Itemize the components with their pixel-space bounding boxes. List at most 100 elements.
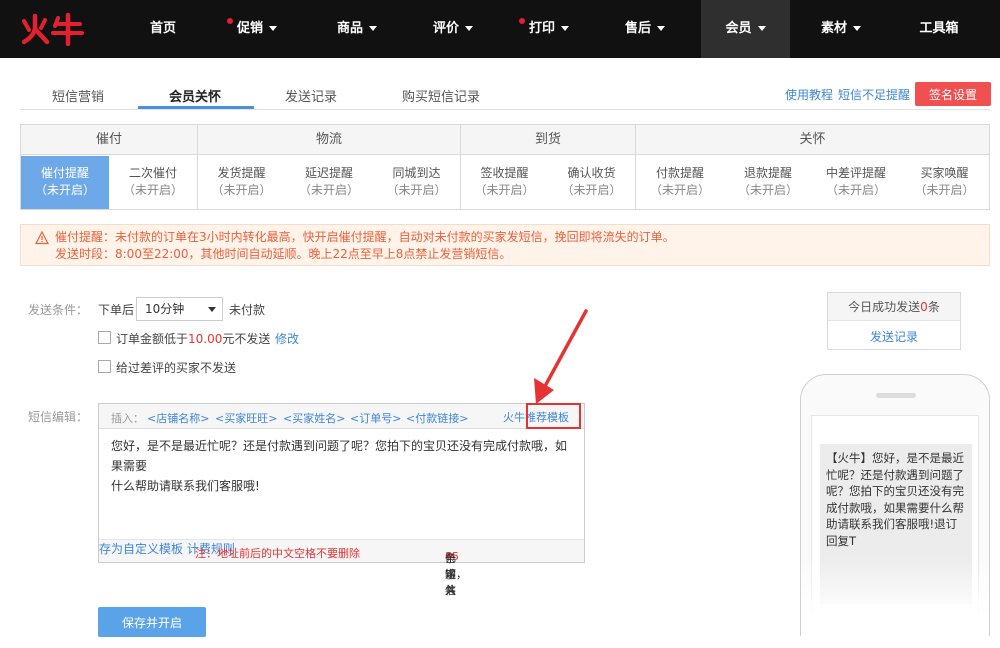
tab-send-records[interactable]: 发送记录 (285, 86, 337, 105)
today-sent-header: 今日成功发送0条 (828, 293, 960, 321)
category-ship-reminder[interactable]: 发货提醒 （未开启） (198, 156, 285, 209)
category-payment-reminder[interactable]: 付款提醒 （未开启） (636, 156, 724, 209)
nav-promotion[interactable]: 促销 (222, 0, 292, 58)
nav-print-label: 打印 (528, 21, 555, 36)
category-buyer-wakeup[interactable]: 买家唤醒 （未开启） (900, 156, 989, 209)
care-category-grid: 催付 物流 到货 关怀 催付提醒 （未开启） 二次催付 （未开启） 发货提醒 （未开启… (20, 124, 990, 210)
signature-settings-button[interactable]: 签名设置 (915, 82, 991, 106)
category-status: （未开启） (737, 183, 798, 197)
sms-content-line-1: 您好，是不是最近忙呢？还是付款遇到问题了呢？您拍下的宝贝还没有完成付款哦，如果需… (111, 439, 568, 473)
category-status: （未开启） (649, 183, 710, 197)
nav-reviews[interactable]: 评价 (418, 0, 488, 58)
nav-member[interactable]: 会员 (701, 0, 790, 58)
nav-home-label: 首页 (149, 21, 176, 36)
skip-bad-review-text: 给过差评的买家不发送 (116, 361, 237, 375)
sms-content-line-2: 什么帮助请联系我们客服哦! (111, 479, 260, 493)
insert-buyer-wangwang[interactable]: <买家旺旺> (215, 410, 277, 426)
chevron-down-icon (853, 26, 861, 31)
amount-value: 10.00 (188, 332, 223, 346)
category-status: （未开启） (122, 183, 183, 197)
sms-edit-label: 短信编辑： (28, 410, 89, 424)
huoniu-logo[interactable] (20, 12, 84, 46)
nav-print[interactable]: 打印 (514, 0, 584, 58)
sms-content-textarea[interactable]: 您好，是不是最近忙呢？还是付款遇到问题了呢？您拍下的宝贝还没有完成付款哦，如果需… (111, 436, 576, 496)
today-sent-suffix: 条 (927, 300, 940, 314)
unpaid-text: 未付款 (229, 303, 266, 317)
tab-sms-marketing[interactable]: 短信营销 (52, 86, 104, 105)
sms-editor: 插入： <店铺名称> <买家旺旺> <买家姓名> <订单号> <付款链接> 您好… (98, 403, 585, 597)
insert-order-number[interactable]: <订单号> (350, 410, 401, 426)
nav-promotion-label: 促销 (236, 21, 263, 36)
nav-reviews-label: 评价 (432, 21, 459, 36)
nav-material[interactable]: 素材 (806, 0, 876, 58)
category-name: 中差评提醒 (825, 166, 886, 180)
nav-aftersale[interactable]: 售后 (610, 0, 680, 58)
category-status: （未开启） (386, 183, 447, 197)
category-sign-reminder[interactable]: 签收提醒 （未开启） (461, 156, 548, 209)
chevron-down-icon (757, 26, 766, 31)
nav-toolbox[interactable]: 工具箱 (904, 0, 974, 58)
new-dot-icon (227, 18, 233, 24)
modify-amount-link[interactable]: 修改 (275, 330, 299, 347)
send-condition-label: 发送条件： (28, 303, 89, 317)
category-same-city[interactable]: 同城到达 （未开启） (373, 156, 460, 209)
save-and-enable-button[interactable]: 保存并开启 (98, 607, 206, 637)
category-name: 退款提醒 (743, 166, 792, 180)
category-second-cuifu[interactable]: 二次催付 （未开启） (109, 156, 197, 209)
category-status: （未开启） (914, 183, 975, 197)
delay-select[interactable]: 10分钟 (136, 297, 223, 321)
category-status: （未开启） (825, 183, 886, 197)
category-name: 二次催付 (128, 166, 177, 180)
chevron-down-icon (208, 307, 216, 312)
category-name: 买家唤醒 (920, 166, 969, 180)
amount-suffix-text: 元不发送 (222, 332, 271, 346)
insert-payment-link[interactable]: <付款链接> (406, 410, 468, 426)
nav-goods[interactable]: 商品 (322, 0, 392, 58)
save-custom-template-link[interactable]: 存为自定义模板 (99, 542, 183, 556)
tab-member-care[interactable]: 会员关怀 (169, 86, 221, 105)
today-sent-count: 0 (920, 300, 928, 314)
chevron-down-icon (657, 26, 665, 31)
category-name: 同城到达 (392, 166, 441, 180)
nav-material-label: 素材 (820, 21, 847, 36)
category-refund-reminder[interactable]: 退款提醒 （未开启） (724, 156, 812, 209)
today-sent-box: 今日成功发送0条 发送记录 (827, 292, 961, 350)
skip-bad-review-checkbox[interactable] (98, 360, 111, 373)
category-status: （未开启） (298, 183, 359, 197)
nav-toolbox-label: 工具箱 (919, 21, 959, 36)
category-status: （未开启） (211, 183, 272, 197)
category-status: （未开启） (34, 183, 95, 197)
chevron-down-icon (465, 26, 473, 31)
category-name: 发货提醒 (217, 166, 266, 180)
nav-aftersale-label: 售后 (624, 21, 651, 36)
group-header-cuifu: 催付 (21, 125, 197, 155)
banner-line-1: 催付提醒：未付款的订单在3小时内转化最高，快开启催付提醒，自动对未付款的买家发短… (55, 230, 675, 244)
editor-footer: 存为自定义模板 注：地址前后的中文空格不要删除 计费规则 已输入 65 个字，共 1 条… (99, 539, 584, 597)
annotation-arrow-icon (534, 309, 588, 404)
today-send-records-link[interactable]: 发送记录 (828, 328, 960, 345)
category-cuifu-reminder[interactable]: 催付提醒 （未开启） (21, 156, 109, 209)
info-banner: 催付提醒：未付款的订单在3小时内转化最高，快开启催付提醒，自动对未付款的买家发短… (20, 224, 990, 266)
insert-label: 插入： (111, 412, 144, 425)
count-suffix: 条短信 (445, 552, 456, 597)
category-bad-review[interactable]: 中差评提醒 （未开启） (812, 156, 900, 209)
chevron-down-icon (561, 26, 569, 31)
amount-threshold-checkbox[interactable] (98, 331, 111, 344)
today-sent-prefix: 今日成功发送 (848, 300, 921, 314)
group-header-arrival: 到货 (461, 125, 635, 155)
tutorial-link[interactable]: 使用教程 (785, 86, 833, 103)
category-delay-reminder[interactable]: 延迟提醒 （未开启） (285, 156, 373, 209)
nav-home[interactable]: 首页 (128, 0, 198, 58)
category-confirm-receipt[interactable]: 确认收货 （未开启） (548, 156, 635, 209)
category-name: 付款提醒 (655, 166, 704, 180)
tab-purchase-records[interactable]: 购买短信记录 (402, 86, 480, 105)
chevron-down-icon (269, 26, 277, 31)
chevron-down-icon (369, 26, 377, 31)
insufficient-sms-link[interactable]: 短信不足提醒 (838, 86, 910, 103)
phone-preview: 【火牛】您好，是不是最近忙呢？还是付款遇到问题了呢？您拍下的宝贝还没有完成付款哦… (800, 374, 990, 636)
phone-fade (801, 555, 989, 636)
insert-shop-name[interactable]: <店铺名称> (147, 410, 209, 426)
warning-icon (35, 231, 49, 245)
insert-buyer-name[interactable]: <买家姓名> (283, 410, 345, 426)
amount-threshold-row: 订单金额低于10.00元不发送 (116, 330, 270, 347)
